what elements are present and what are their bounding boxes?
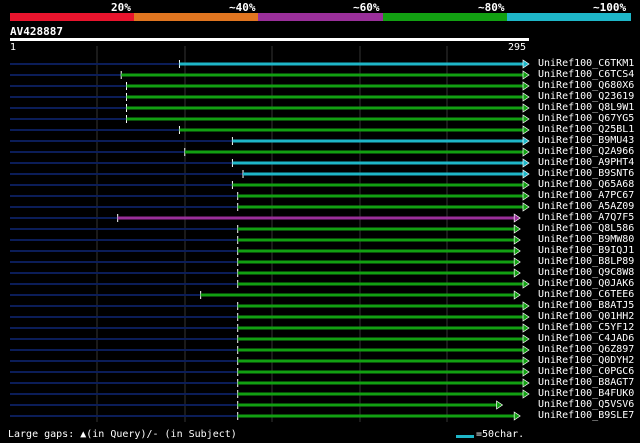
hit-label[interactable]: UniRef100_C4JAD6 [538, 333, 634, 344]
hit-arrow-20 [513, 268, 521, 278]
hit-arrow-6 [522, 114, 530, 124]
hit-arrow-29 [522, 367, 530, 377]
hit-label[interactable]: UniRef100_Q01HH2 [538, 311, 634, 322]
hit-arrow-9 [522, 147, 530, 157]
hit-label[interactable]: UniRef100_C6TCS4 [538, 69, 634, 80]
hit-arrow-16 [513, 224, 521, 234]
hit-label[interactable]: UniRef100_A7PC67 [538, 190, 634, 201]
hit-label[interactable]: UniRef100_Q25BL1 [538, 124, 634, 135]
hit-label[interactable]: UniRef100_C6TKM1 [538, 58, 634, 69]
hit-label[interactable]: UniRef100_C5YF12 [538, 322, 634, 333]
hit-arrow-22 [513, 290, 521, 300]
hit-arrow-24 [522, 312, 530, 322]
hit-label[interactable]: UniRef100_Q6Z897 [538, 344, 634, 355]
hit-label[interactable]: UniRef100_Q2A966 [538, 146, 634, 157]
hit-arrow-26 [522, 334, 530, 344]
hit-arrow-19 [513, 257, 521, 267]
hit-arrow-13 [522, 191, 530, 201]
hit-arrow-11 [522, 169, 530, 179]
hit-arrow-7 [522, 125, 530, 135]
hit-arrow-33 [513, 411, 521, 421]
scale-legend-text: =50char. [476, 429, 525, 440]
hit-label[interactable]: UniRef100_Q65A68 [538, 179, 634, 190]
hit-label[interactable]: UniRef100_Q0DYH2 [538, 355, 634, 366]
hit-label[interactable]: UniRef100_Q680X6 [538, 80, 634, 91]
hit-arrow-25 [522, 323, 530, 333]
hit-label[interactable]: UniRef100_Q23619 [538, 91, 634, 102]
hit-label[interactable]: UniRef100_C0PGC6 [538, 366, 634, 377]
hit-arrow-5 [522, 103, 530, 113]
hit-arrow-21 [522, 279, 530, 289]
hit-arrow-28 [522, 356, 530, 366]
hit-arrow-31 [522, 389, 530, 399]
hit-label[interactable]: UniRef100_B9MU43 [538, 135, 634, 146]
hit-label[interactable]: UniRef100_Q67YG5 [538, 113, 634, 124]
hit-label[interactable]: UniRef100_B9SNT6 [538, 168, 634, 179]
hit-label[interactable]: UniRef100_A5AZ09 [538, 201, 634, 212]
hit-label[interactable]: UniRef100_Q5VSV6 [538, 399, 634, 410]
hit-arrow-17 [513, 235, 521, 245]
hit-label[interactable]: UniRef100_Q9C8W8 [538, 267, 634, 278]
hit-label[interactable]: UniRef100_B4FUK0 [538, 388, 634, 399]
hit-label[interactable]: UniRef100_B8LP89 [538, 256, 634, 267]
hit-label[interactable]: UniRef100_B8ATJ5 [538, 300, 634, 311]
hit-arrow-14 [522, 202, 530, 212]
footer-gaps-note: Large gaps: ▲(in Query)/- (in Subject) [8, 429, 237, 440]
hit-arrow-30 [522, 378, 530, 388]
hit-arrow-3 [522, 81, 530, 91]
hit-label[interactable]: UniRef100_Q8L586 [538, 223, 634, 234]
hit-arrow-12 [522, 180, 530, 190]
hit-arrow-15 [513, 213, 521, 223]
hit-label[interactable]: UniRef100_C6TEE6 [538, 289, 634, 300]
hit-label[interactable]: UniRef100_Q0JAK6 [538, 278, 634, 289]
hit-arrow-10 [522, 158, 530, 168]
hit-label[interactable]: UniRef100_A7Q7F5 [538, 212, 634, 223]
scale-legend-line [456, 435, 474, 438]
hit-arrow-32 [496, 400, 504, 410]
hit-arrow-8 [522, 136, 530, 146]
hit-label[interactable]: UniRef100_B9IQJ1 [538, 245, 634, 256]
hit-arrow-27 [522, 345, 530, 355]
hit-arrow-1 [522, 59, 530, 69]
hit-arrow-4 [522, 92, 530, 102]
hit-label[interactable]: UniRef100_Q8L9W1 [538, 102, 634, 113]
hit-arrow-2 [522, 70, 530, 80]
hit-label[interactable]: UniRef100_B9SLE7 [538, 410, 634, 421]
hit-label[interactable]: UniRef100_A9PHT4 [538, 157, 634, 168]
hit-arrow-23 [522, 301, 530, 311]
hit-label[interactable]: UniRef100_B9MW80 [538, 234, 634, 245]
hit-arrow-18 [513, 246, 521, 256]
hit-label[interactable]: UniRef100_B8AGT7 [538, 377, 634, 388]
